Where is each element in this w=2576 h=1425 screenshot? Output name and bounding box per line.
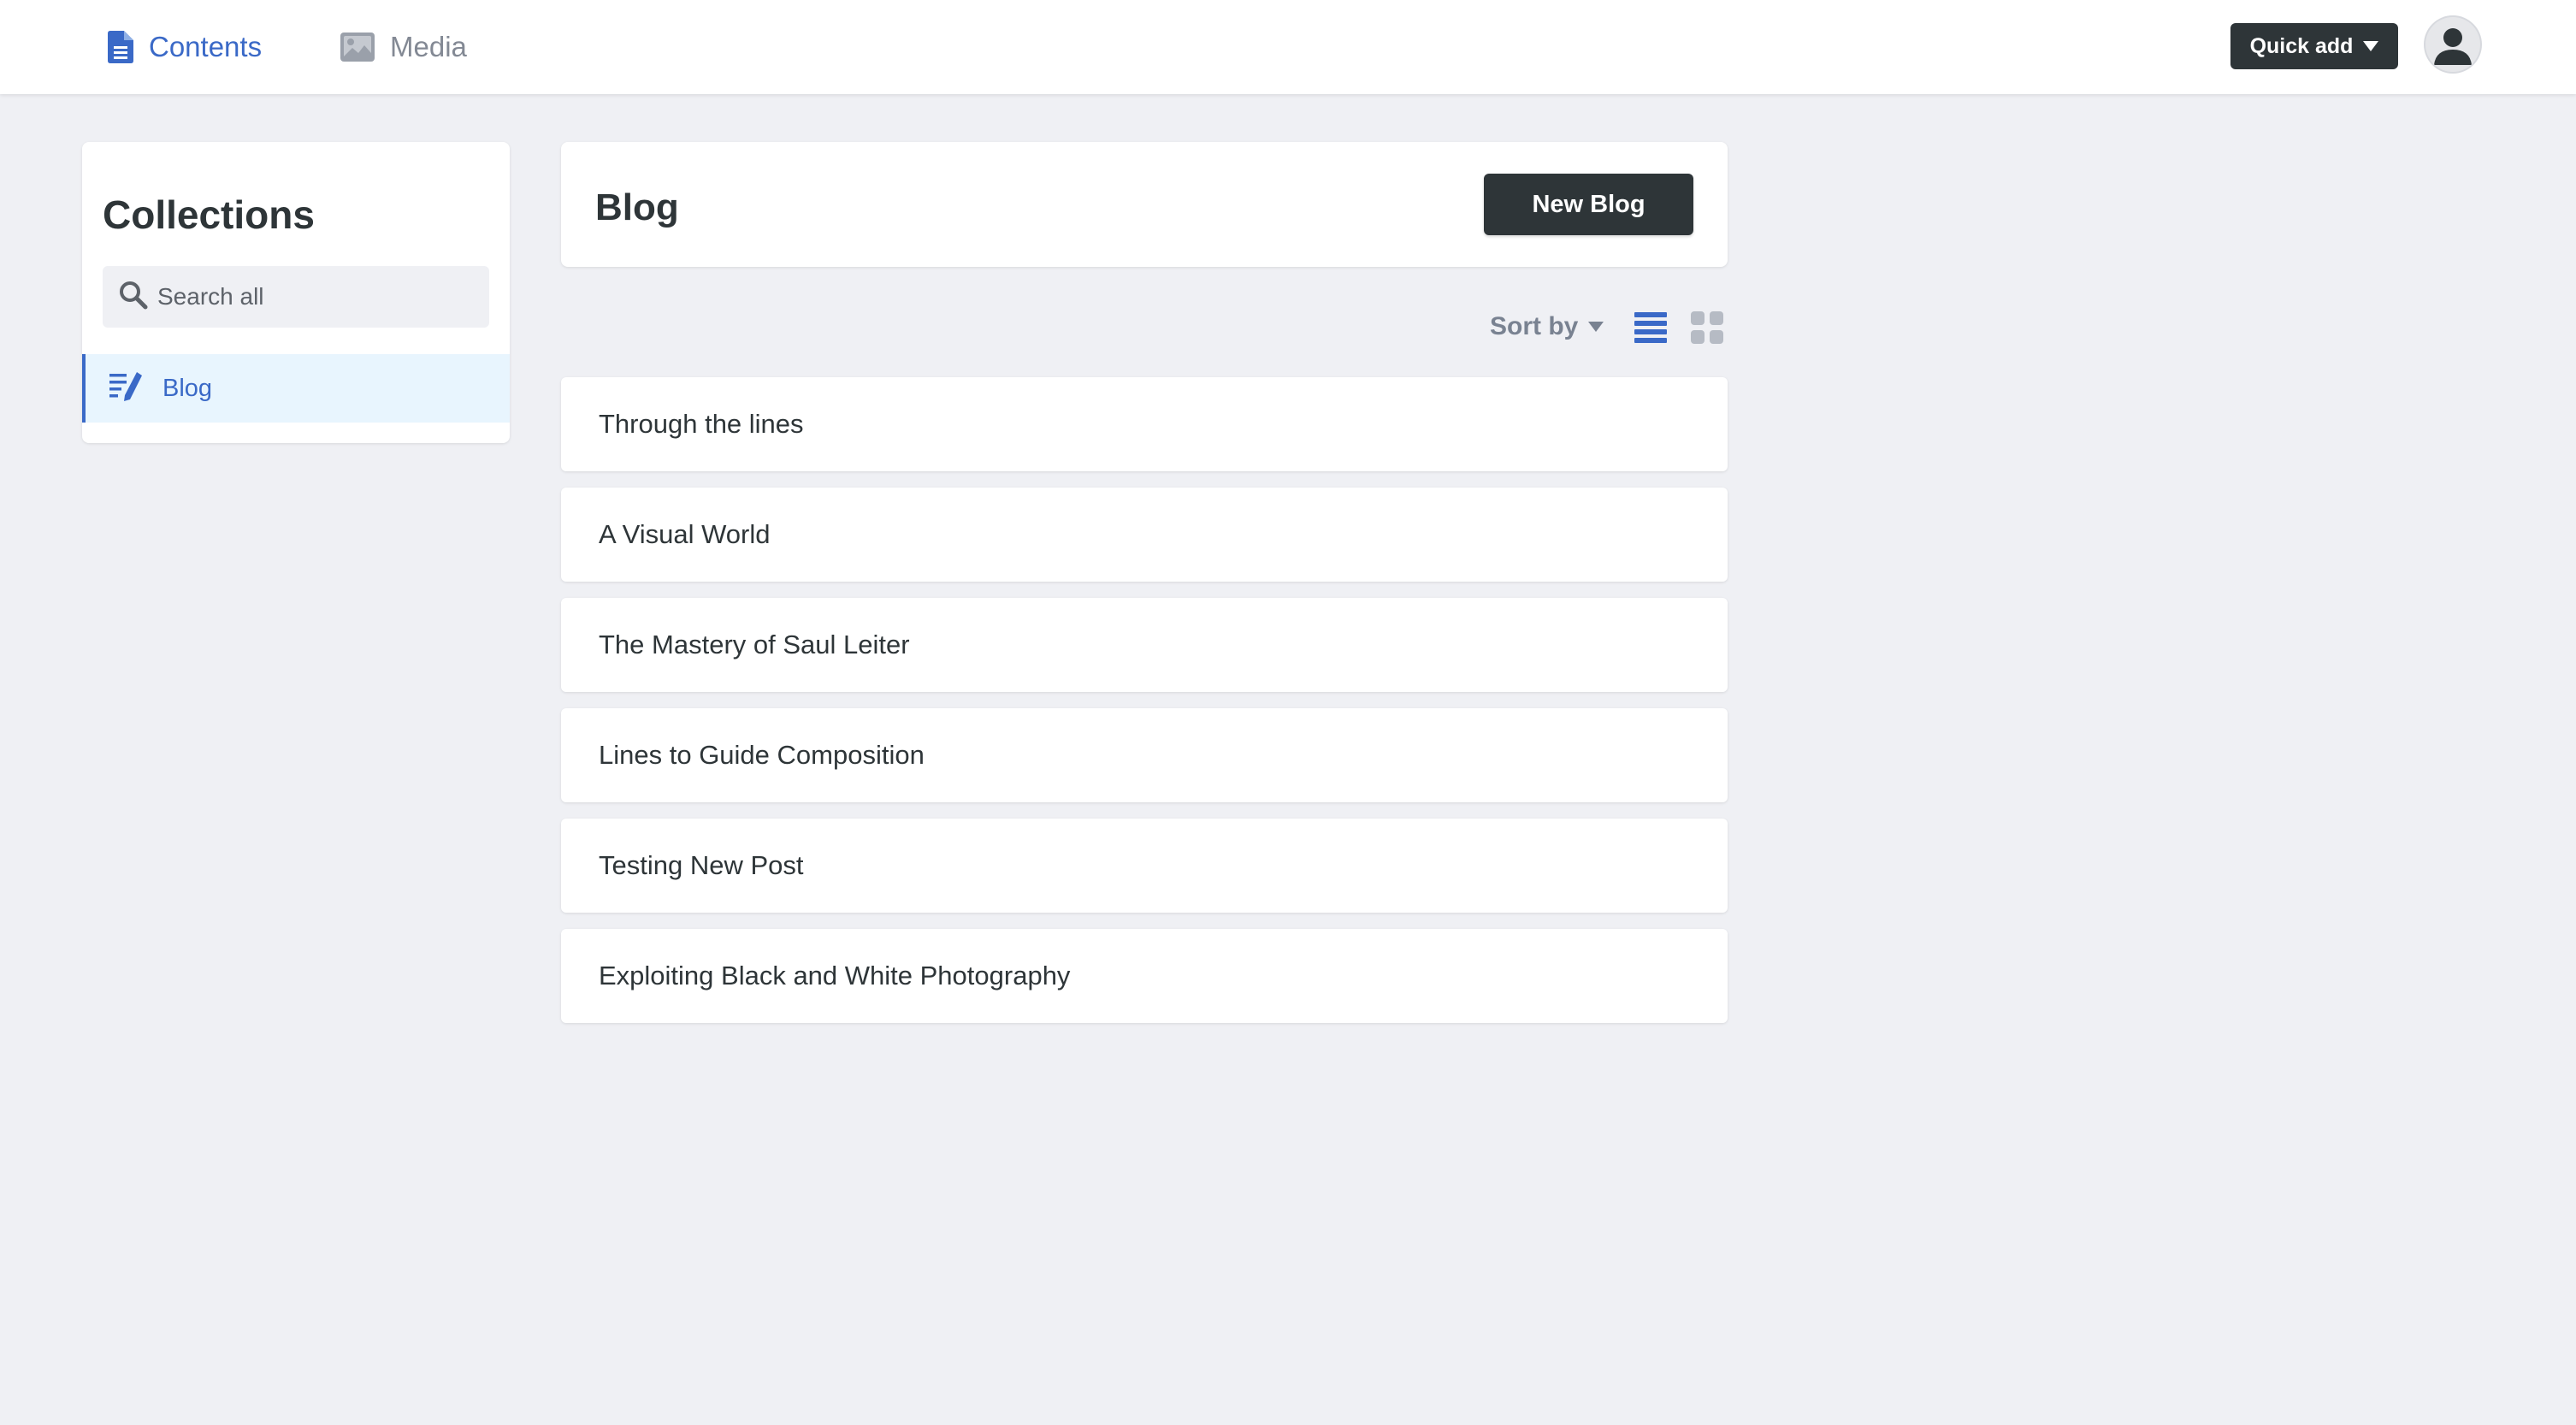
- new-entry-button[interactable]: New Blog: [1484, 174, 1693, 235]
- list-view-toggle[interactable]: [1634, 311, 1667, 348]
- entry-title: Lines to Guide Composition: [599, 740, 925, 770]
- entry-row[interactable]: Testing New Post: [561, 819, 1728, 913]
- sort-by-label: Sort by: [1490, 312, 1579, 340]
- sort-by-dropdown[interactable]: Sort by: [1490, 310, 1604, 344]
- caret-down-icon: [2363, 41, 2379, 51]
- nav-media[interactable]: Media: [340, 0, 467, 94]
- page-title: Blog: [595, 186, 679, 228]
- collections-sidebar: Collections Blog: [82, 142, 510, 443]
- grid-view-toggle[interactable]: [1691, 311, 1723, 348]
- entry-title: Testing New Post: [599, 850, 804, 880]
- entry-row[interactable]: The Mastery of Saul Leiter: [561, 598, 1728, 692]
- caret-down-icon: [1588, 322, 1604, 332]
- search-icon: [118, 280, 149, 315]
- search-input[interactable]: [157, 283, 482, 310]
- sidebar-item-blog[interactable]: Blog: [82, 354, 510, 423]
- search-field[interactable]: [103, 266, 489, 328]
- entry-row[interactable]: Through the lines: [561, 377, 1728, 471]
- quick-add-button[interactable]: Quick add: [2230, 23, 2398, 69]
- entry-title: A Visual World: [599, 519, 771, 549]
- nav-contents[interactable]: Contents: [108, 0, 262, 94]
- entry-row[interactable]: A Visual World: [561, 488, 1728, 582]
- entry-title: The Mastery of Saul Leiter: [599, 630, 910, 659]
- entry-title: Exploiting Black and White Photography: [599, 961, 1071, 990]
- quick-add-label: Quick add: [2249, 33, 2354, 58]
- entry-row[interactable]: Lines to Guide Composition: [561, 708, 1728, 802]
- entry-row[interactable]: Exploiting Black and White Photography: [561, 929, 1728, 1023]
- document-icon: [108, 31, 133, 63]
- collection-header: Blog New Blog: [561, 142, 1728, 267]
- write-icon: [109, 371, 144, 405]
- nav-contents-label: Contents: [149, 31, 263, 62]
- image-icon: [340, 33, 375, 62]
- user-icon: [2434, 28, 2472, 65]
- nav-media-label: Media: [390, 31, 467, 62]
- grid-view-icon: [1691, 311, 1723, 344]
- sidebar-title: Collections: [103, 192, 315, 237]
- top-bar: Contents Media Quick add: [0, 0, 2576, 94]
- user-avatar[interactable]: [2425, 17, 2480, 72]
- entry-title: Through the lines: [599, 409, 804, 439]
- sidebar-item-label: Blog: [162, 374, 213, 402]
- list-view-icon: [1634, 312, 1667, 343]
